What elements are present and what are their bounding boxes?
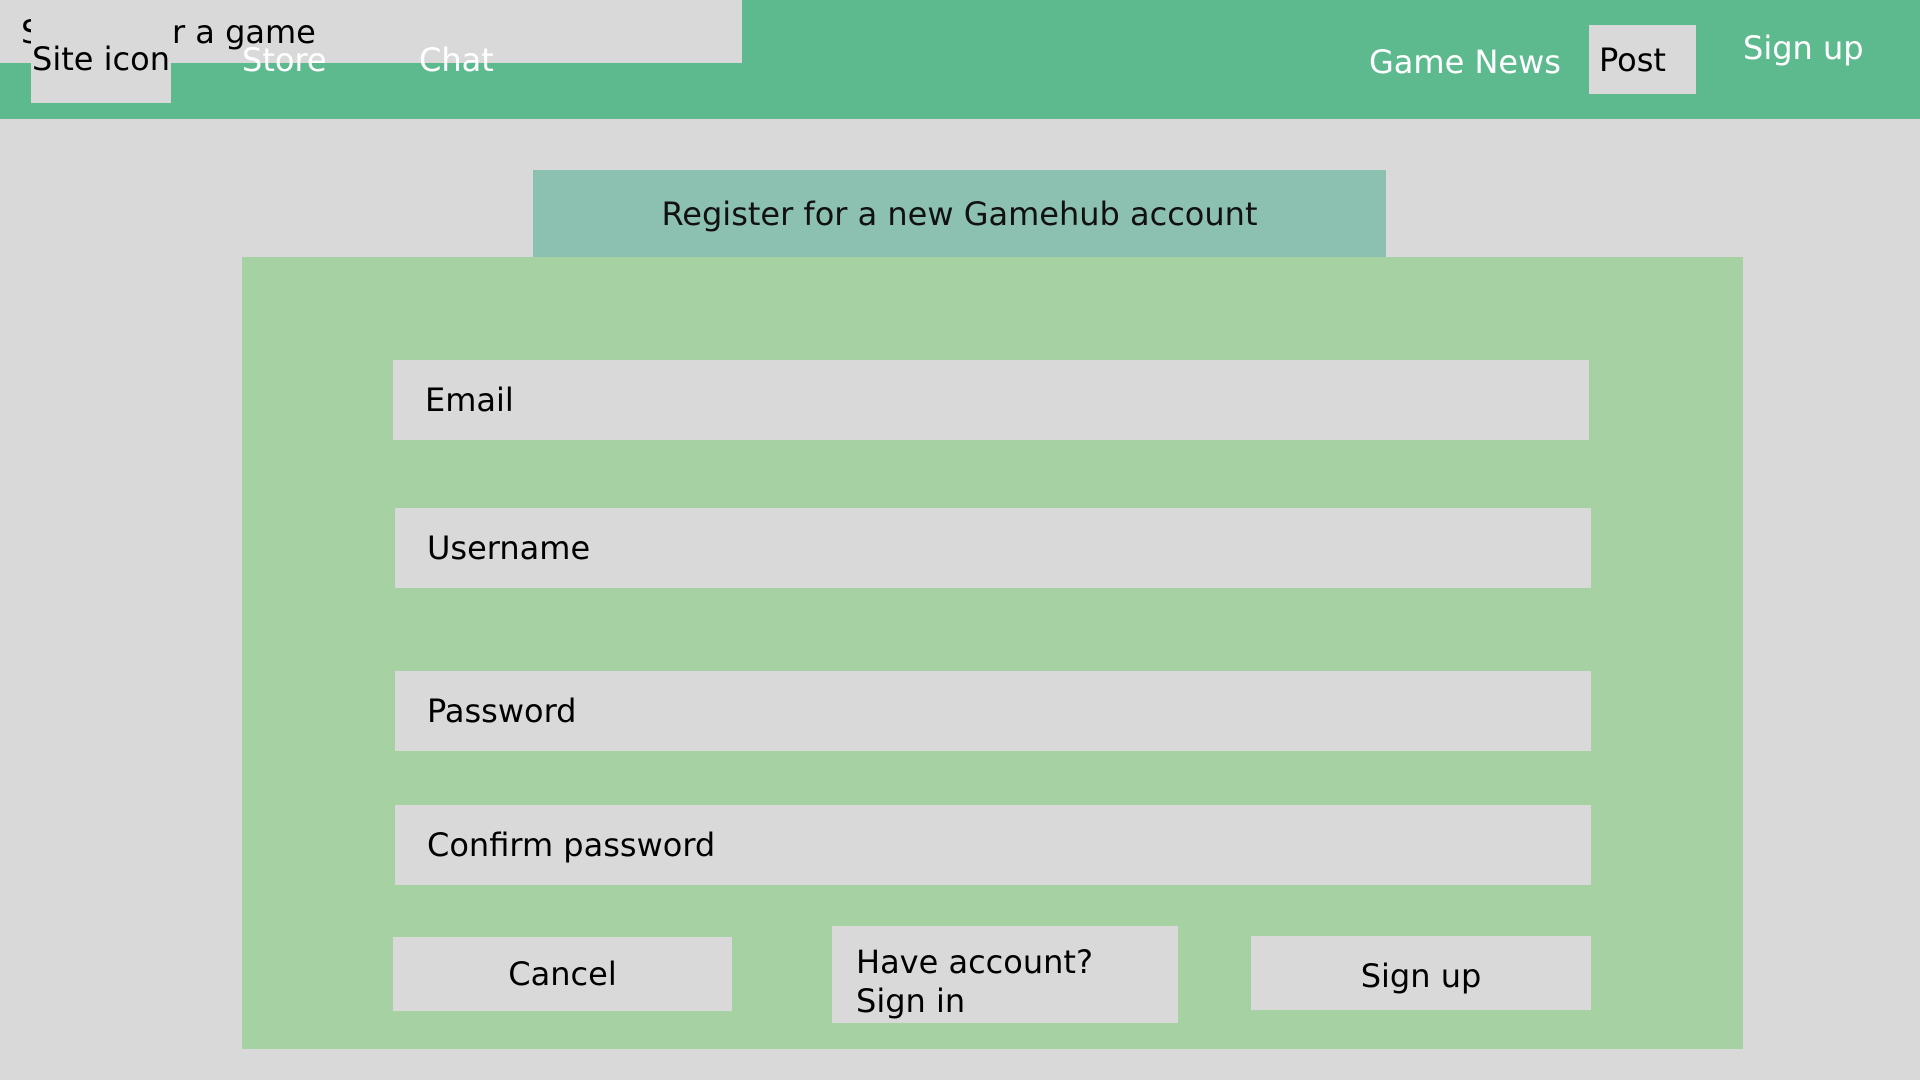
- site-icon[interactable]: Site icon: [31, 15, 171, 103]
- password-field[interactable]: [395, 671, 1591, 751]
- confirm-password-field[interactable]: [395, 805, 1591, 885]
- sign-in-link-button[interactable]: Have account? Sign in: [832, 926, 1178, 1023]
- email-field[interactable]: [393, 360, 1589, 440]
- nav-link-game-news[interactable]: Game News: [1369, 43, 1561, 81]
- cancel-button[interactable]: Cancel: [393, 937, 732, 1011]
- username-field[interactable]: [395, 508, 1591, 588]
- form-title: Register for a new Gamehub account: [533, 170, 1386, 257]
- nav-link-sign-up[interactable]: Sign up: [1743, 29, 1864, 67]
- nav-link-chat[interactable]: Chat: [419, 41, 494, 79]
- sign-up-button[interactable]: Sign up: [1251, 936, 1591, 1010]
- top-navbar: Site icon Store Chat Game News Post Sign…: [0, 0, 1920, 119]
- nav-link-store[interactable]: Store: [242, 41, 327, 79]
- post-button[interactable]: Post: [1589, 25, 1696, 94]
